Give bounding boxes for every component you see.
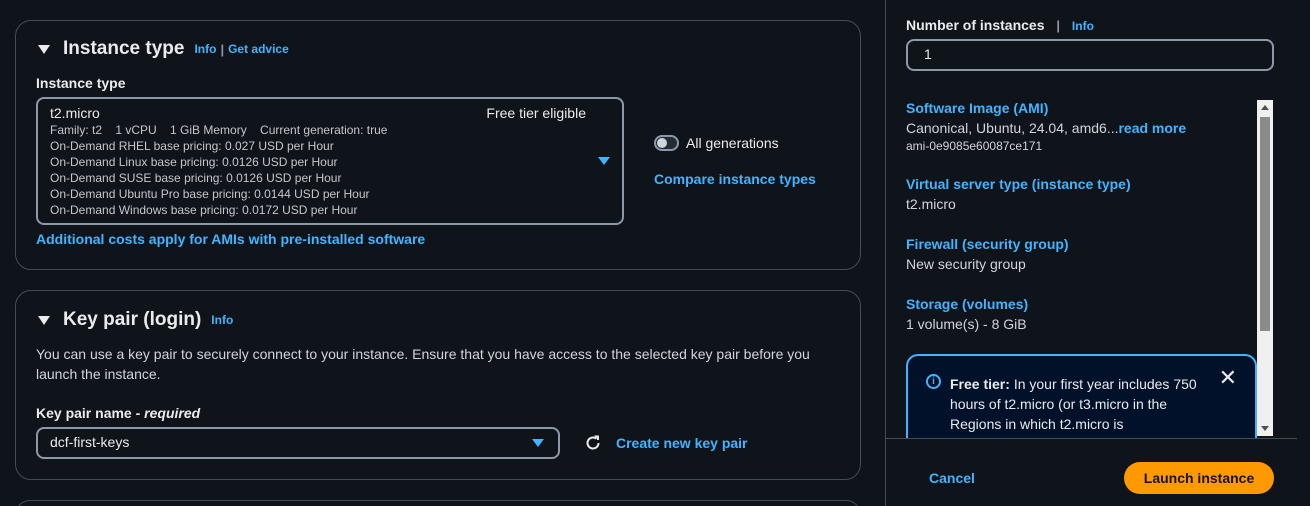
instance-type-select[interactable]: t2.micro Free tier eligible Family: t2 1… [36,97,624,225]
cancel-button[interactable]: Cancel [929,470,975,486]
caret-down-icon [38,315,50,325]
get-advice-link[interactable]: Get advice [228,42,289,56]
key-pair-card: Key pair (login) Info You can use a key … [15,290,861,480]
free-tier-title: Free tier: [950,376,1010,392]
additional-costs-link[interactable]: Additional costs apply for AMIs with pre… [36,231,425,247]
ami-value: Canonical, Ubuntu, 24.04, amd6...read mo… [906,120,1186,136]
next-section-card [15,500,861,506]
scrollbar[interactable] [1257,100,1273,436]
compare-instance-types-link[interactable]: Compare instance types [654,171,816,187]
free-tier-label: Free tier eligible [486,105,586,121]
server-type-link[interactable]: Virtual server type (instance type) [906,176,1131,192]
key-pair-header[interactable]: Key pair (login) Info [38,309,233,331]
scroll-up-icon[interactable] [1261,105,1269,110]
required-marker: - required [135,405,201,421]
instance-type-label: Instance type [36,75,126,91]
info-link[interactable]: Info [1072,19,1094,33]
free-tier-alert: i ✕ Free tier: In your first year includ… [906,354,1257,438]
firewall-value: New security group [906,256,1026,272]
ami-name: Canonical, Ubuntu, 24.04, amd6... [906,120,1119,136]
instance-details: Family: t2 1 vCPU 1 GiB Memory Current g… [50,123,388,137]
divider: | [220,41,225,57]
close-icon[interactable]: ✕ [1219,367,1237,389]
ami-id: ami-0e9085e60087ce171 [906,139,1043,153]
field-label: Number of instances [906,17,1045,33]
divider: | [1056,18,1061,33]
info-link[interactable]: Info [194,42,216,56]
num-instances-label: Number of instances | Info [906,17,1094,33]
instance-type-header[interactable]: Instance type Info | Get advice [38,38,289,60]
pricing-line: On-Demand RHEL base pricing: 0.027 USD p… [50,139,334,153]
create-key-pair-link[interactable]: Create new key pair [616,435,748,451]
key-pair-select[interactable]: dcf-first-keys [36,427,560,459]
caret-down-icon [532,439,544,447]
firewall-link[interactable]: Firewall (security group) [906,236,1069,252]
server-type-value: t2.micro [906,196,956,212]
caret-down-icon [598,157,610,165]
storage-value: 1 volume(s) - 8 GiB [906,316,1027,332]
instance-type-card: Instance type Info | Get advice Instance… [15,20,861,270]
all-generations-label: All generations [686,135,779,151]
caret-down-icon [38,44,50,54]
read-more-link[interactable]: read more [1118,120,1186,136]
divider [886,438,1297,439]
refresh-icon[interactable] [584,434,602,452]
section-title: Instance type [63,38,185,59]
info-icon: i [926,374,941,389]
pricing-line: On-Demand Ubuntu Pro base pricing: 0.014… [50,187,370,201]
scroll-down-icon[interactable] [1261,426,1269,431]
field-label: Key pair name [36,405,132,421]
key-pair-description: You can use a key pair to securely conne… [36,346,810,382]
selected-key-pair: dcf-first-keys [50,434,130,450]
ami-link[interactable]: Software Image (AMI) [906,100,1048,116]
pricing-line: On-Demand Windows base pricing: 0.0172 U… [50,203,358,217]
key-pair-name-label: Key pair name - required [36,405,200,421]
section-title: Key pair (login) [63,309,202,330]
pricing-line: On-Demand SUSE base pricing: 0.0126 USD … [50,171,342,185]
pricing-line: On-Demand Linux base pricing: 0.0126 USD… [50,155,338,169]
num-instances-input[interactable]: 1 [906,39,1274,71]
info-link[interactable]: Info [211,313,233,327]
all-generations-toggle[interactable] [654,135,679,151]
scrollbar-thumb[interactable] [1260,117,1270,331]
toggle-knob [657,138,667,148]
summary-panel: Number of instances | Info 1 Software Im… [885,0,1297,506]
launch-instance-button[interactable]: Launch instance [1124,462,1274,494]
storage-link[interactable]: Storage (volumes) [906,296,1028,312]
